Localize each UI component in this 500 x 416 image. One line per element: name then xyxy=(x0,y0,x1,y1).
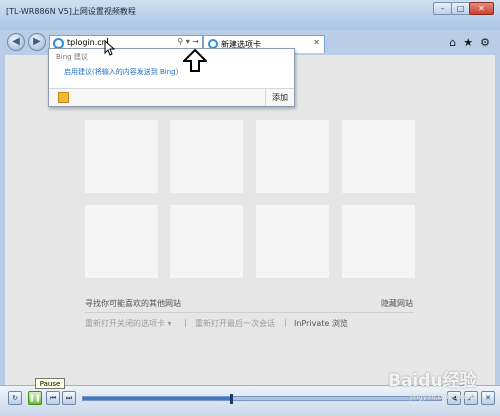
mouse-cursor-icon xyxy=(104,40,116,56)
enable-suggestions-link[interactable]: 启用建议(将输入的内容发送到 Bing) xyxy=(64,67,178,77)
separator: | xyxy=(284,318,287,327)
divider xyxy=(85,312,414,313)
site-tile[interactable] xyxy=(256,205,329,278)
browser-window: [TL-WR886N V5]上网设置视频教程 – □ ✕ ◀ ▶ tplogin… xyxy=(0,0,500,416)
reopen-last-session-link[interactable]: 重新打开最后一次会话 xyxy=(195,318,275,329)
progress-bar[interactable] xyxy=(82,394,442,404)
next-icon[interactable]: ⏭ xyxy=(62,391,76,405)
site-tile[interactable] xyxy=(85,120,158,193)
watermark-url: jingyan.baidu.com xyxy=(410,393,475,401)
inprivate-link[interactable]: InPrivate 浏览 xyxy=(294,318,348,329)
site-tile[interactable] xyxy=(170,120,243,193)
previous-icon[interactable]: ⏮ xyxy=(46,391,60,405)
site-tile[interactable] xyxy=(342,205,415,278)
watermark: Baidu经验 xyxy=(388,371,477,391)
progress-fill xyxy=(83,397,230,400)
star-icon[interactable]: ★ xyxy=(463,36,473,49)
dropdown-header: Bing 建议 xyxy=(56,53,88,61)
site-tile[interactable] xyxy=(170,205,243,278)
tab-close-icon[interactable]: ✕ xyxy=(313,38,320,47)
address-tools[interactable]: ⚲ ▾ → xyxy=(177,37,199,46)
minimize-button[interactable]: – xyxy=(433,2,452,15)
back-icon[interactable]: ◀ xyxy=(7,33,25,51)
find-sites-link[interactable]: 寻找你可能喜欢的其他网站 xyxy=(85,298,181,309)
pause-tooltip: Pause xyxy=(35,378,65,389)
reopen-closed-tabs-link[interactable]: 重新打开关闭的选项卡 ▾ xyxy=(85,318,172,329)
dropdown-footer: 添加 xyxy=(49,88,294,106)
site-tile[interactable] xyxy=(85,205,158,278)
search-icon[interactable]: ⚲ xyxy=(177,37,183,46)
maximize-button[interactable]: □ xyxy=(451,2,470,15)
go-arrow-icon[interactable]: → xyxy=(192,37,199,46)
window-title: [TL-WR886N V5]上网设置视频教程 xyxy=(6,7,136,16)
search-provider-icon[interactable] xyxy=(58,92,69,103)
home-icon[interactable]: ⌂ xyxy=(449,36,456,49)
progress-thumb[interactable] xyxy=(229,394,233,404)
up-arrow-icon xyxy=(183,49,207,72)
close-button[interactable]: ✕ xyxy=(469,2,494,15)
separator: | xyxy=(184,318,187,327)
add-button[interactable]: 添加 xyxy=(265,89,294,106)
toolbar-icons: ⌂ ★ ⚙ xyxy=(449,36,490,49)
site-tile[interactable] xyxy=(256,120,329,193)
hidden-sites-link[interactable]: 隐藏网站 xyxy=(381,298,413,309)
gear-icon[interactable]: ⚙ xyxy=(480,36,490,49)
pause-button[interactable]: ❚❚ xyxy=(28,391,42,405)
title-bar: [TL-WR886N V5]上网设置视频教程 – □ ✕ xyxy=(0,0,500,30)
window-controls: – □ ✕ xyxy=(433,2,494,15)
exit-icon[interactable]: ✕ xyxy=(481,391,495,405)
forward-icon[interactable]: ▶ xyxy=(28,33,46,51)
site-tile[interactable] xyxy=(342,120,415,193)
address-suggestion-dropdown: Bing 建议 启用建议(将输入的内容发送到 Bing) 添加 xyxy=(48,48,295,107)
replay-icon[interactable]: ↻ xyxy=(8,391,22,405)
address-input[interactable]: tplogin.cn xyxy=(67,38,107,47)
